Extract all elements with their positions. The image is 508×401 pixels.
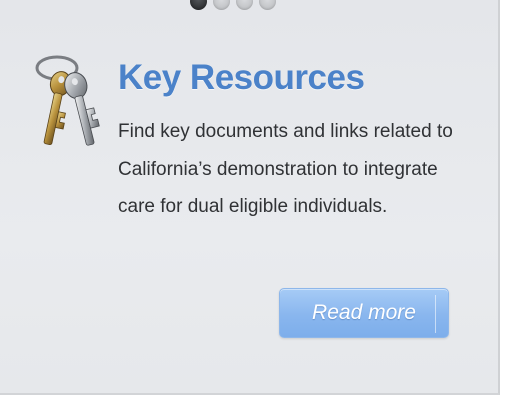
keys-icon xyxy=(35,55,100,146)
panel-title: Key Resources xyxy=(118,58,365,97)
carousel-dot-3[interactable] xyxy=(236,0,253,10)
read-more-label: Read more xyxy=(312,301,416,324)
carousel-dot-2[interactable] xyxy=(213,0,230,10)
carousel-dot-1[interactable] xyxy=(190,0,207,10)
carousel-dot-4[interactable] xyxy=(259,0,276,10)
read-more-button[interactable]: Read more xyxy=(279,288,449,338)
button-divider xyxy=(435,295,436,333)
key-resources-panel: Key Resources Find key documents and lin… xyxy=(0,0,500,395)
carousel-pagination xyxy=(190,0,276,10)
panel-description: Find key documents and links related to … xyxy=(118,121,453,217)
